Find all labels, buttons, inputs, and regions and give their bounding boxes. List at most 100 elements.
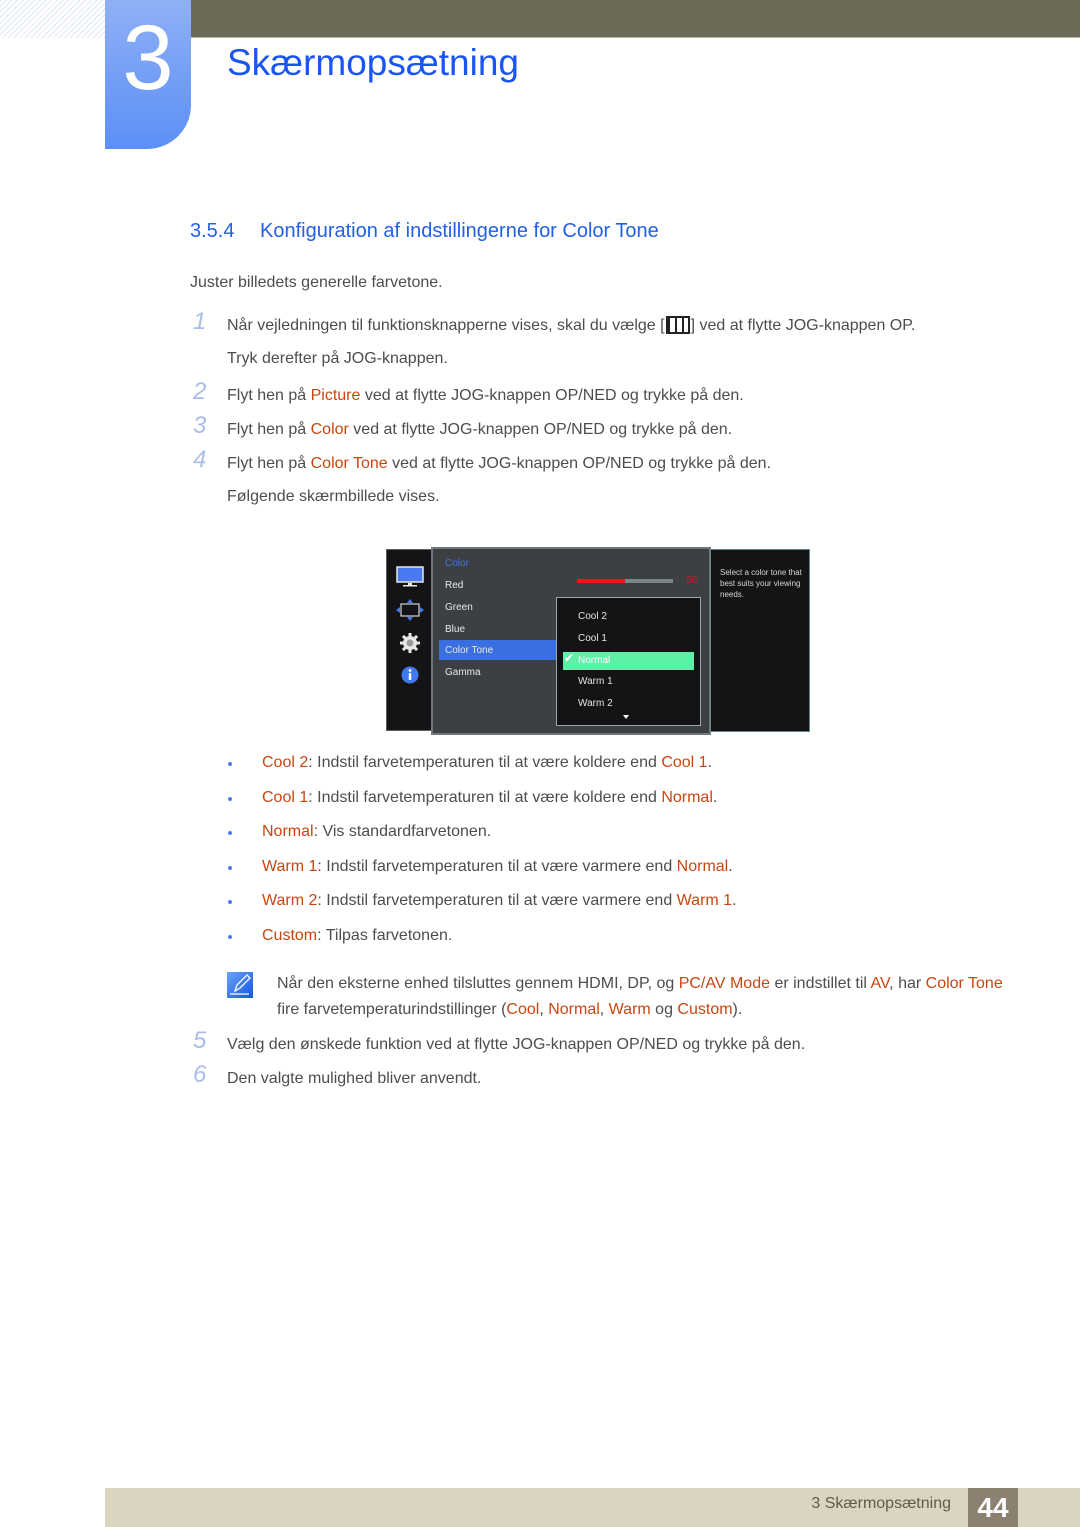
highlight-term: Picture	[310, 387, 361, 404]
bullet-term: Custom	[262, 927, 318, 944]
step-text-line2: Tryk derefter på JOG-knappen.	[227, 350, 448, 367]
text: Flyt hen på	[227, 455, 311, 472]
bullet-ref: Cool 1	[661, 754, 708, 771]
osd-menu-item[interactable]: Gamma	[445, 667, 481, 678]
text: : Indstil farvetemperaturen til at være …	[308, 789, 662, 806]
highlight-term: Normal	[548, 1001, 600, 1018]
bullet-text: Cool 1: Indstil farvetemperaturen til at…	[262, 789, 717, 807]
highlight-term: AV	[870, 975, 890, 992]
text: .	[732, 892, 737, 909]
dropdown-option-selected[interactable]: Normal	[578, 655, 610, 666]
step-text: Når vejledningen til funktionsknapperne …	[227, 315, 915, 337]
text: er indstillet til	[770, 975, 871, 992]
text: Når den eksterne enhed tilsluttes gennem…	[277, 975, 679, 992]
bullet-ref: Normal	[676, 858, 729, 875]
osd-heading: Color	[445, 558, 469, 569]
footer-chapter-title: 3 Skærmopsætning	[811, 1495, 951, 1512]
note-pencil-icon	[227, 972, 253, 998]
text: ved at flytte JOG-knappen OP/NED og tryk…	[360, 387, 744, 404]
step-number: 5	[193, 1027, 207, 1054]
step-text: Vælg den ønskede funktion ved at flytte …	[227, 1036, 806, 1053]
text: fire farvetemperaturindstillinger (	[277, 1001, 507, 1018]
section-heading: 3.5.4 Konfiguration af indstillingerne fo…	[190, 220, 659, 243]
bullet-dot	[228, 935, 232, 939]
highlight-term: Color Tone	[925, 975, 1003, 992]
osd-menu-item[interactable]: Red	[445, 580, 463, 591]
osd-menu-item[interactable]: Green	[445, 602, 473, 613]
osd-slider-value: 50	[686, 575, 698, 586]
text: ,	[539, 1001, 549, 1018]
bullet-term: Cool 2	[262, 754, 309, 771]
osd-menu-item-selected[interactable]: Color Tone	[445, 645, 493, 656]
dropdown-option[interactable]: Warm 1	[578, 676, 613, 687]
text: .	[728, 858, 733, 875]
chapter-title: Skærmopsætning	[227, 42, 520, 83]
menu-icon	[665, 316, 690, 334]
bullet-dot	[228, 831, 232, 835]
osd-slider-fill	[577, 579, 625, 583]
text: : Vis standardfarvetonen.	[313, 823, 492, 840]
text: ved at flytte JOG-knappen OP/NED og tryk…	[387, 455, 771, 472]
bullet-ref: Warm 1	[676, 892, 733, 909]
osd-screenshot: Color Red Green Blue Color Tone Gamma 50…	[386, 547, 810, 735]
osd-dropdown: Cool 2 Cool 1 ✔ Normal Warm 1 Warm 2	[556, 597, 701, 726]
note-text: Når den eksterne enhed tilsluttes gennem…	[277, 971, 1017, 1023]
text: , har	[889, 975, 926, 992]
osd-slider[interactable]	[577, 579, 673, 583]
text: og	[650, 1001, 678, 1018]
bullet-dot	[228, 866, 232, 870]
bullet-text: Cool 2: Indstil farvetemperaturen til at…	[262, 754, 712, 772]
step-number: 1	[193, 308, 207, 335]
highlight-term: Color	[310, 421, 349, 438]
dropdown-option[interactable]: Cool 2	[578, 611, 607, 622]
dropdown-option[interactable]: Cool 1	[578, 633, 607, 644]
highlight-term: Custom	[677, 1001, 733, 1018]
resize-icon	[396, 599, 424, 621]
text: ved at flytte JOG-knappen OP/NED og tryk…	[348, 421, 733, 438]
bullet-term: Normal	[262, 823, 314, 840]
header-bar	[190, 0, 1080, 38]
section-title: Konfiguration af indstillingerne for Col…	[260, 220, 659, 242]
step-number: 2	[193, 378, 207, 405]
text: Flyt hen på	[227, 421, 311, 438]
text: ).	[732, 1001, 743, 1018]
osd-menu-item[interactable]: Blue	[445, 624, 465, 635]
step-text-line2: Følgende skærmbillede vises.	[227, 488, 440, 505]
bullet-text: Custom: Tilpas farvetonen.	[262, 927, 452, 945]
header-hatch-decoration	[0, 0, 105, 38]
step-number: 6	[193, 1061, 207, 1088]
osd-sidebar	[386, 549, 432, 731]
text: : Indstil farvetemperaturen til at være …	[317, 892, 677, 909]
bullet-text: Warm 2: Indstil farvetemperaturen til at…	[262, 892, 737, 910]
bullet-text: Warm 1: Indstil farvetemperaturen til at…	[262, 858, 733, 876]
dropdown-option[interactable]: Warm 2	[578, 698, 613, 709]
bullet-text: Normal: Vis standardfarvetonen.	[262, 823, 491, 841]
chapter-tab: 3	[105, 0, 191, 149]
text: : Indstil farvetemperaturen til at være …	[317, 858, 677, 875]
bullet-term: Cool 1	[262, 789, 309, 806]
scroll-down-arrow-icon[interactable]	[623, 715, 629, 719]
highlight-term: Warm	[608, 1001, 651, 1018]
step-number: 3	[193, 412, 207, 439]
step-text-part: Når vejledningen til funktionsknapperne …	[227, 317, 665, 334]
section-intro: Juster billedets generelle farvetone.	[190, 274, 443, 291]
page-footer: 3 Skærmopsætning 44	[105, 1488, 1080, 1527]
info-icon	[401, 666, 419, 684]
bullet-dot	[228, 797, 232, 801]
text: .	[707, 754, 713, 771]
highlight-term: Cool	[506, 1001, 540, 1018]
osd-help-panel: Select a color tone that best suits your…	[710, 549, 810, 732]
text: : Tilpas farvetonen.	[317, 927, 453, 944]
gear-icon	[400, 633, 420, 653]
bullet-term: Warm 2	[262, 892, 318, 909]
text: .	[712, 789, 718, 806]
section-number: 3.5.4	[190, 220, 235, 242]
chapter-number: 3	[122, 7, 174, 109]
highlight-term: PC/AV Mode	[678, 975, 770, 992]
monitor-icon	[396, 566, 424, 587]
step-text-part: ] ved at flytte JOG-knappen OP.	[690, 317, 916, 334]
text: : Indstil farvetemperaturen til at være …	[308, 754, 662, 771]
step-text: Flyt hen på Color ved at flytte JOG-knap…	[227, 419, 732, 441]
text: Flyt hen på	[227, 387, 311, 404]
bullet-term: Warm 1	[262, 858, 318, 875]
